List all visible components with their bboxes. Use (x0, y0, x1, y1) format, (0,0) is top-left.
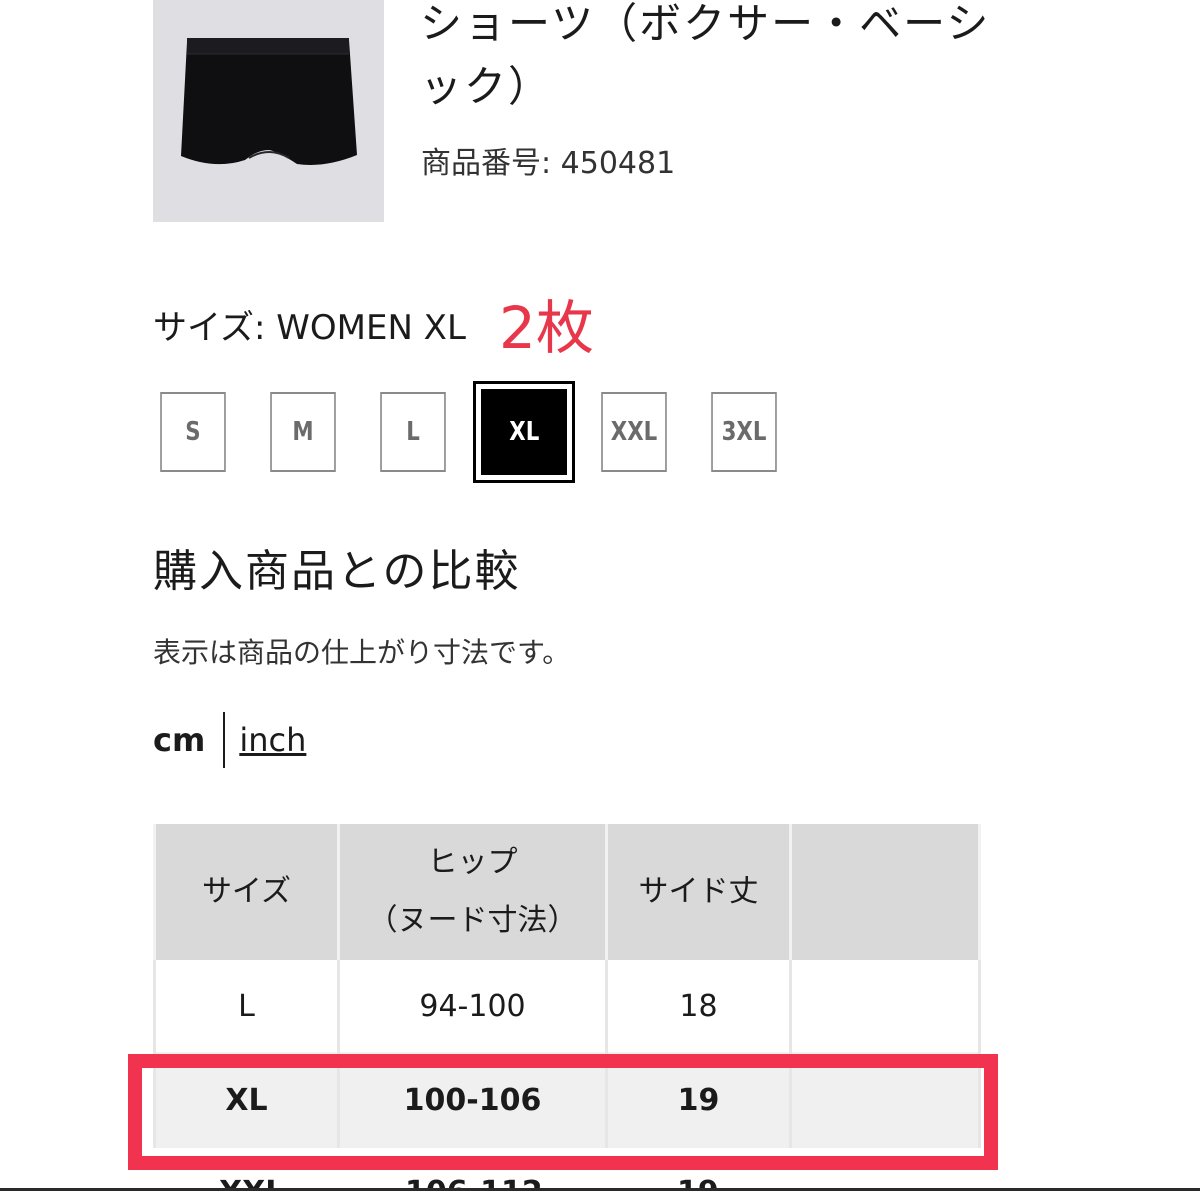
dimensions-note: 表示は商品の仕上がり寸法です。 (153, 636, 571, 669)
cell-size: XL (153, 1052, 340, 1148)
cell-empty (789, 960, 981, 1052)
size-summary: サイズ: WOMEN XL 2枚 (153, 299, 594, 357)
product-name-line1: ショーツ（ボクサー・ベーシ (420, 0, 991, 48)
size-option-s[interactable]: S (160, 392, 226, 472)
cell-side-length: 19 (605, 1052, 792, 1148)
cell-hip: 94-100 (337, 960, 608, 1052)
table-row: L 94-100 18 (153, 960, 981, 1052)
table-header-row: サイズ ヒップ （ヌード寸法） サイド丈 (153, 824, 981, 960)
size-option-xxl[interactable]: XXL (601, 392, 667, 472)
size-option-m[interactable]: M (270, 392, 336, 472)
cell-hip: 100-106 (337, 1052, 608, 1148)
size-option-3xl[interactable]: 3XL (711, 392, 777, 472)
header-hip-label: ヒップ (427, 845, 518, 880)
table-row-highlighted: XL 100-106 19 (153, 1052, 981, 1148)
unit-toggle: cm inch (153, 712, 306, 768)
header-empty (789, 824, 981, 960)
cell-empty (789, 1052, 981, 1148)
header-hip: ヒップ （ヌード寸法） (337, 824, 608, 960)
product-number: 商品番号: 450481 (421, 146, 676, 181)
size-option-xl-label: XL (508, 417, 540, 447)
size-comparison-table: サイズ ヒップ （ヌード寸法） サイド丈 L 94-100 18 XL 100-… (153, 824, 981, 1148)
cell-size: L (153, 960, 340, 1052)
product-name: ショーツ（ボクサー・ベーシ ック） (420, 0, 1060, 118)
product-thumbnail[interactable] (153, 0, 384, 222)
unit-cm[interactable]: cm (153, 721, 205, 759)
comparison-title: 購入商品との比較 (153, 546, 521, 597)
header-size: サイズ (153, 824, 340, 960)
size-option-xl-selected[interactable]: XL (473, 381, 575, 483)
boxer-shorts-image (181, 38, 357, 165)
size-label: サイズ: WOMEN XL (153, 308, 466, 348)
header-side-length: サイド丈 (605, 824, 792, 960)
quantity-annotation: 2枚 (499, 294, 594, 362)
unit-inch-link[interactable]: inch (239, 721, 306, 759)
unit-divider (223, 712, 226, 768)
product-name-line2: ック） (420, 62, 553, 111)
header-hip-sub: （ヌード寸法） (367, 903, 578, 938)
cell-side-length: 18 (605, 960, 792, 1052)
size-option-l[interactable]: L (380, 392, 446, 472)
